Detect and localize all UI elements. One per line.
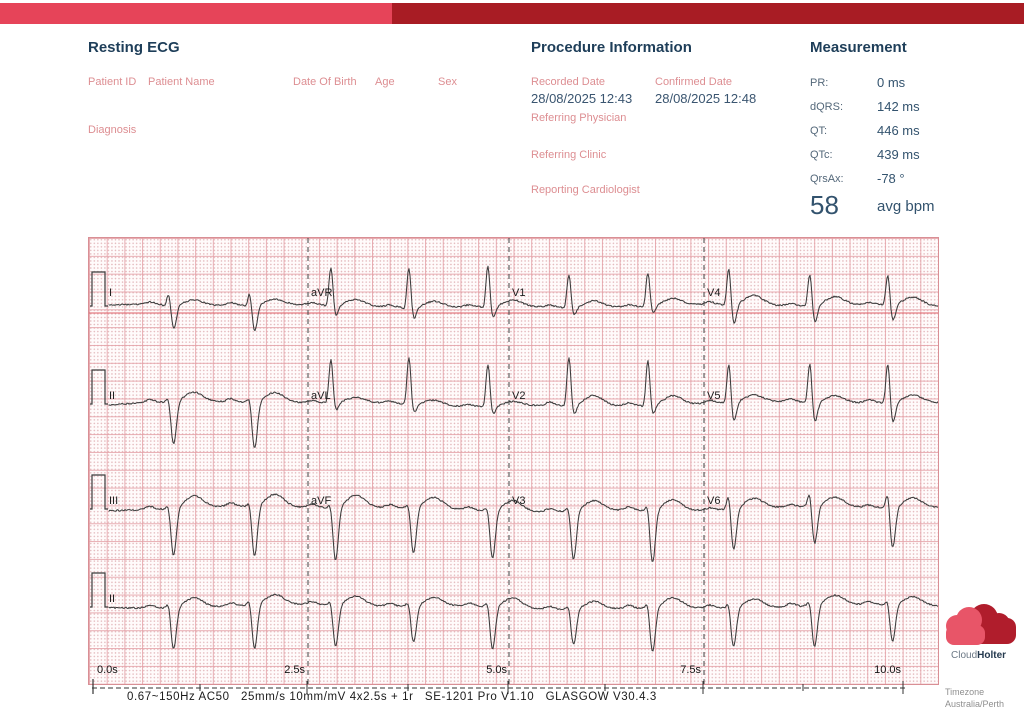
lead-label-v1-r0: V1 (512, 287, 526, 299)
date-of-birth-label: Date Of Birth (293, 76, 357, 88)
sex-label: Sex (438, 76, 457, 88)
logo-text-cloud: Cloud (951, 650, 978, 661)
qtc-label: QTc: (810, 149, 833, 161)
top-bar-left-segment (0, 3, 392, 24)
reporting-cardiologist-label: Reporting Cardiologist (531, 184, 640, 196)
ecg-report-page: Resting ECG Patient ID Patient Name Date… (0, 0, 1024, 717)
lead-label-ii-r1: II (109, 390, 116, 402)
recorded-date-label: Recorded Date (531, 76, 605, 88)
dqrs-value: 142 ms (877, 99, 920, 114)
section-title-resting-ecg: Resting ECG (88, 39, 180, 56)
lead-label-v3-r2: V3 (512, 495, 526, 507)
cloudholter-logo-text: CloudHolter (951, 650, 1006, 661)
section-title-measurement: Measurement (810, 39, 907, 56)
qrsax-value: -78 ° (877, 171, 905, 186)
lead-label-avr-r0: aVR (311, 287, 333, 299)
lead-label-avf-r2: aVF (311, 495, 332, 507)
lead-label-ii-r3: II (109, 593, 116, 605)
timezone-info: Timezone Australia/Perth (945, 686, 1004, 710)
qt-value: 446 ms (877, 123, 920, 138)
referring-clinic-label: Referring Clinic (531, 149, 607, 161)
ecg-grid: IaVR V1 V4 II aVL V2 V5 III aVF V3 V6 II (88, 237, 939, 685)
time-label-0s: 0.0s (97, 664, 118, 676)
age-label: Age (375, 76, 395, 88)
ecg-trace-svg (89, 238, 938, 684)
timezone-label: Timezone (945, 687, 985, 697)
heart-rate-value: 58 (810, 190, 839, 220)
diagnosis-label: Diagnosis (88, 124, 137, 136)
logo-text-holter: Holter (977, 650, 1007, 661)
recorded-date-value: 28/08/2025 12:43 (531, 91, 633, 106)
qrsax-label: QrsAx: (810, 173, 844, 185)
heart-rate-unit: avg bpm (877, 198, 935, 215)
timezone-value: Australia/Perth (945, 699, 1005, 709)
confirmed-date-label: Confirmed Date (655, 76, 733, 88)
pr-value: 0 ms (877, 75, 906, 90)
lead-label-v4-r0: V4 (707, 287, 721, 299)
qt-label: QT: (810, 125, 828, 137)
referring-physician-label: Referring Physician (531, 112, 627, 124)
confirmed-date-value: 28/08/2025 12:48 (655, 91, 757, 106)
section-title-procedure: Procedure Information (531, 39, 692, 56)
time-label-2-5s: 2.5s (284, 664, 305, 676)
pr-label: PR: (810, 77, 829, 89)
lead-label-avl-r1: aVL (311, 390, 331, 402)
patient-name-label: Patient Name (148, 76, 215, 88)
qtc-value: 439 ms (877, 147, 920, 162)
time-label-5s: 5.0s (486, 664, 507, 676)
time-label-7-5s: 7.5s (680, 664, 701, 676)
top-bar-right-segment (392, 3, 1024, 24)
lead-label-v2-r1: V2 (512, 390, 526, 402)
acquisition-settings-line: 0.67~150Hz AC50 25mm/s 10mm/mV 4x2.5s + … (127, 691, 657, 703)
lead-label-v5-r1: V5 (707, 390, 721, 402)
lead-label-i-r0: I (109, 287, 113, 299)
time-label-10s: 10.0s (874, 664, 901, 676)
lead-label-iii-r2: III (109, 495, 119, 507)
dqrs-label: dQRS: (810, 101, 844, 113)
lead-label-v6-r2: V6 (707, 495, 721, 507)
top-bar (0, 3, 1024, 24)
cloudholter-logo-icon (946, 604, 1016, 645)
patient-id-label: Patient ID (88, 76, 137, 88)
